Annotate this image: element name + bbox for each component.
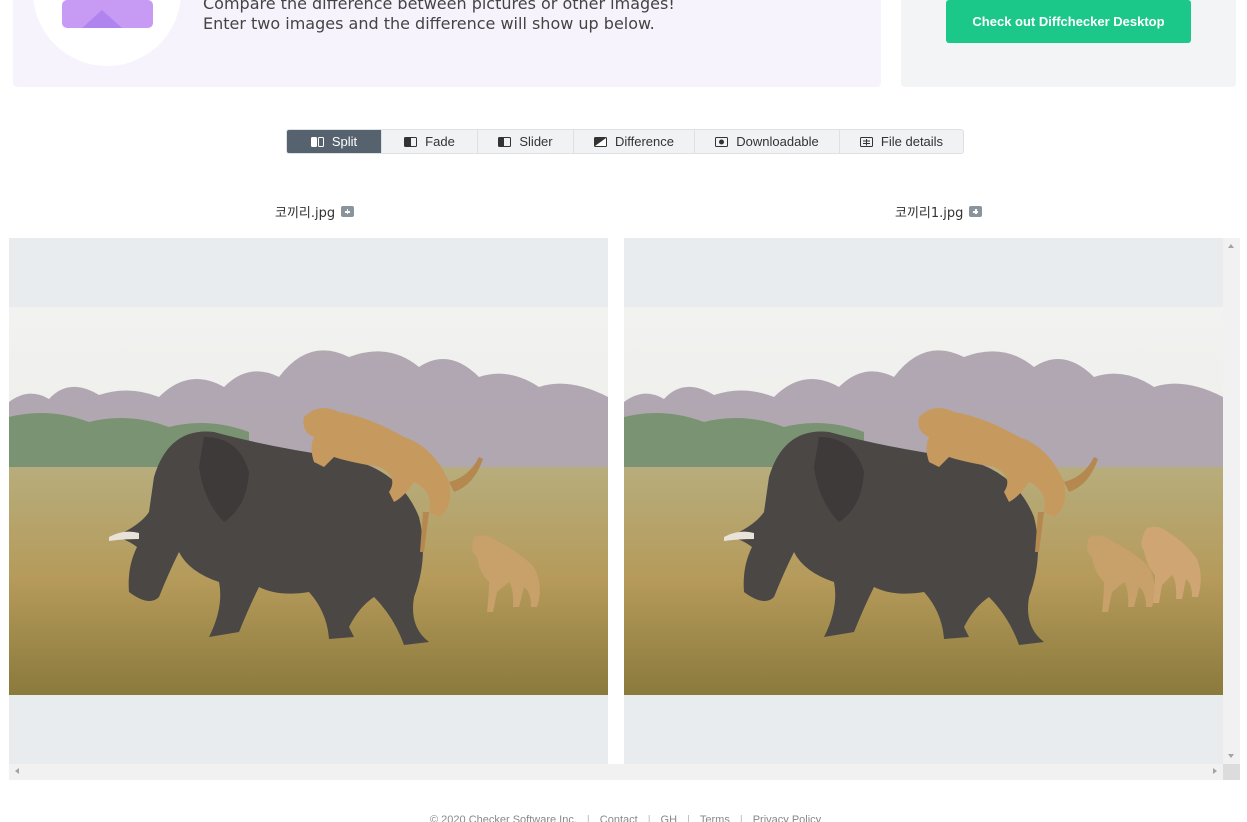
hero-banner: Compare the difference between pictures … (13, 0, 881, 87)
image-viewer (9, 238, 1240, 780)
footer-separator: | (739, 814, 743, 822)
footer-link-contact[interactable]: Contact (600, 814, 638, 822)
left-image-pane (9, 238, 608, 764)
page: Compare the difference between pictures … (0, 0, 1247, 822)
slider-icon (498, 136, 512, 147)
footer-link-terms[interactable]: Terms (700, 814, 730, 822)
fade-icon (404, 136, 418, 147)
file-details-icon (859, 136, 873, 147)
copyright-text: © 2020 Checker Software Inc. (430, 814, 577, 822)
split-icon (310, 136, 324, 147)
diffchecker-desktop-button[interactable]: Check out Diffchecker Desktop (946, 0, 1191, 43)
tab-difference[interactable]: Difference (574, 130, 695, 153)
right-image-pane (624, 238, 1223, 764)
tab-slider[interactable]: Slider (478, 130, 574, 153)
hero-description: Compare the difference between pictures … (203, 0, 675, 34)
tab-downloadable[interactable]: Downloadable (695, 130, 840, 153)
tab-label: Fade (425, 134, 455, 149)
vertical-scrollbar[interactable] (1223, 238, 1240, 764)
footer-link-gh[interactable]: GH (661, 814, 678, 822)
right-image (624, 307, 1223, 695)
add-file-icon[interactable] (341, 206, 355, 217)
hero-line-2: Enter two images and the difference will… (203, 14, 655, 33)
horizontal-scrollbar[interactable] (9, 764, 1223, 780)
download-icon (715, 136, 729, 147)
left-filename: 코끼리.jpg (275, 202, 355, 221)
scroll-down-icon[interactable] (1228, 754, 1234, 758)
footer-separator: | (586, 814, 590, 822)
right-filename: 코끼리1.jpg (895, 202, 983, 221)
view-mode-tabs: Split Fade Slider Difference Downloadabl… (286, 129, 964, 154)
footer-separator: | (687, 814, 690, 822)
tab-label: Split (331, 134, 358, 149)
tab-label: Downloadable (736, 134, 819, 149)
tab-file-details[interactable]: File details (840, 130, 963, 153)
scroll-left-icon[interactable] (15, 768, 19, 774)
scroll-up-icon[interactable] (1228, 244, 1234, 248)
footer-link-privacy[interactable]: Privacy Policy (753, 814, 821, 822)
left-filename-text: 코끼리.jpg (275, 206, 336, 221)
hero-line-1: Compare the difference between pictures … (203, 0, 675, 13)
footer: © 2020 Checker Software Inc. | Contact |… (430, 814, 821, 822)
tab-fade[interactable]: Fade (382, 130, 478, 153)
image-compare-icon (62, 0, 153, 28)
tab-split[interactable]: Split (287, 130, 382, 153)
right-filename-text: 코끼리1.jpg (895, 206, 964, 221)
footer-separator: | (647, 814, 651, 822)
difference-icon (593, 136, 607, 147)
cta-panel: Check out Diffchecker Desktop (901, 0, 1236, 87)
tab-label: Difference (614, 134, 674, 149)
scroll-right-icon[interactable] (1213, 768, 1217, 774)
tab-label: File details (880, 134, 944, 149)
scrollbar-corner (1223, 764, 1240, 780)
tab-label: Slider (519, 134, 553, 149)
add-file-icon[interactable] (969, 206, 983, 217)
left-image (9, 307, 608, 695)
